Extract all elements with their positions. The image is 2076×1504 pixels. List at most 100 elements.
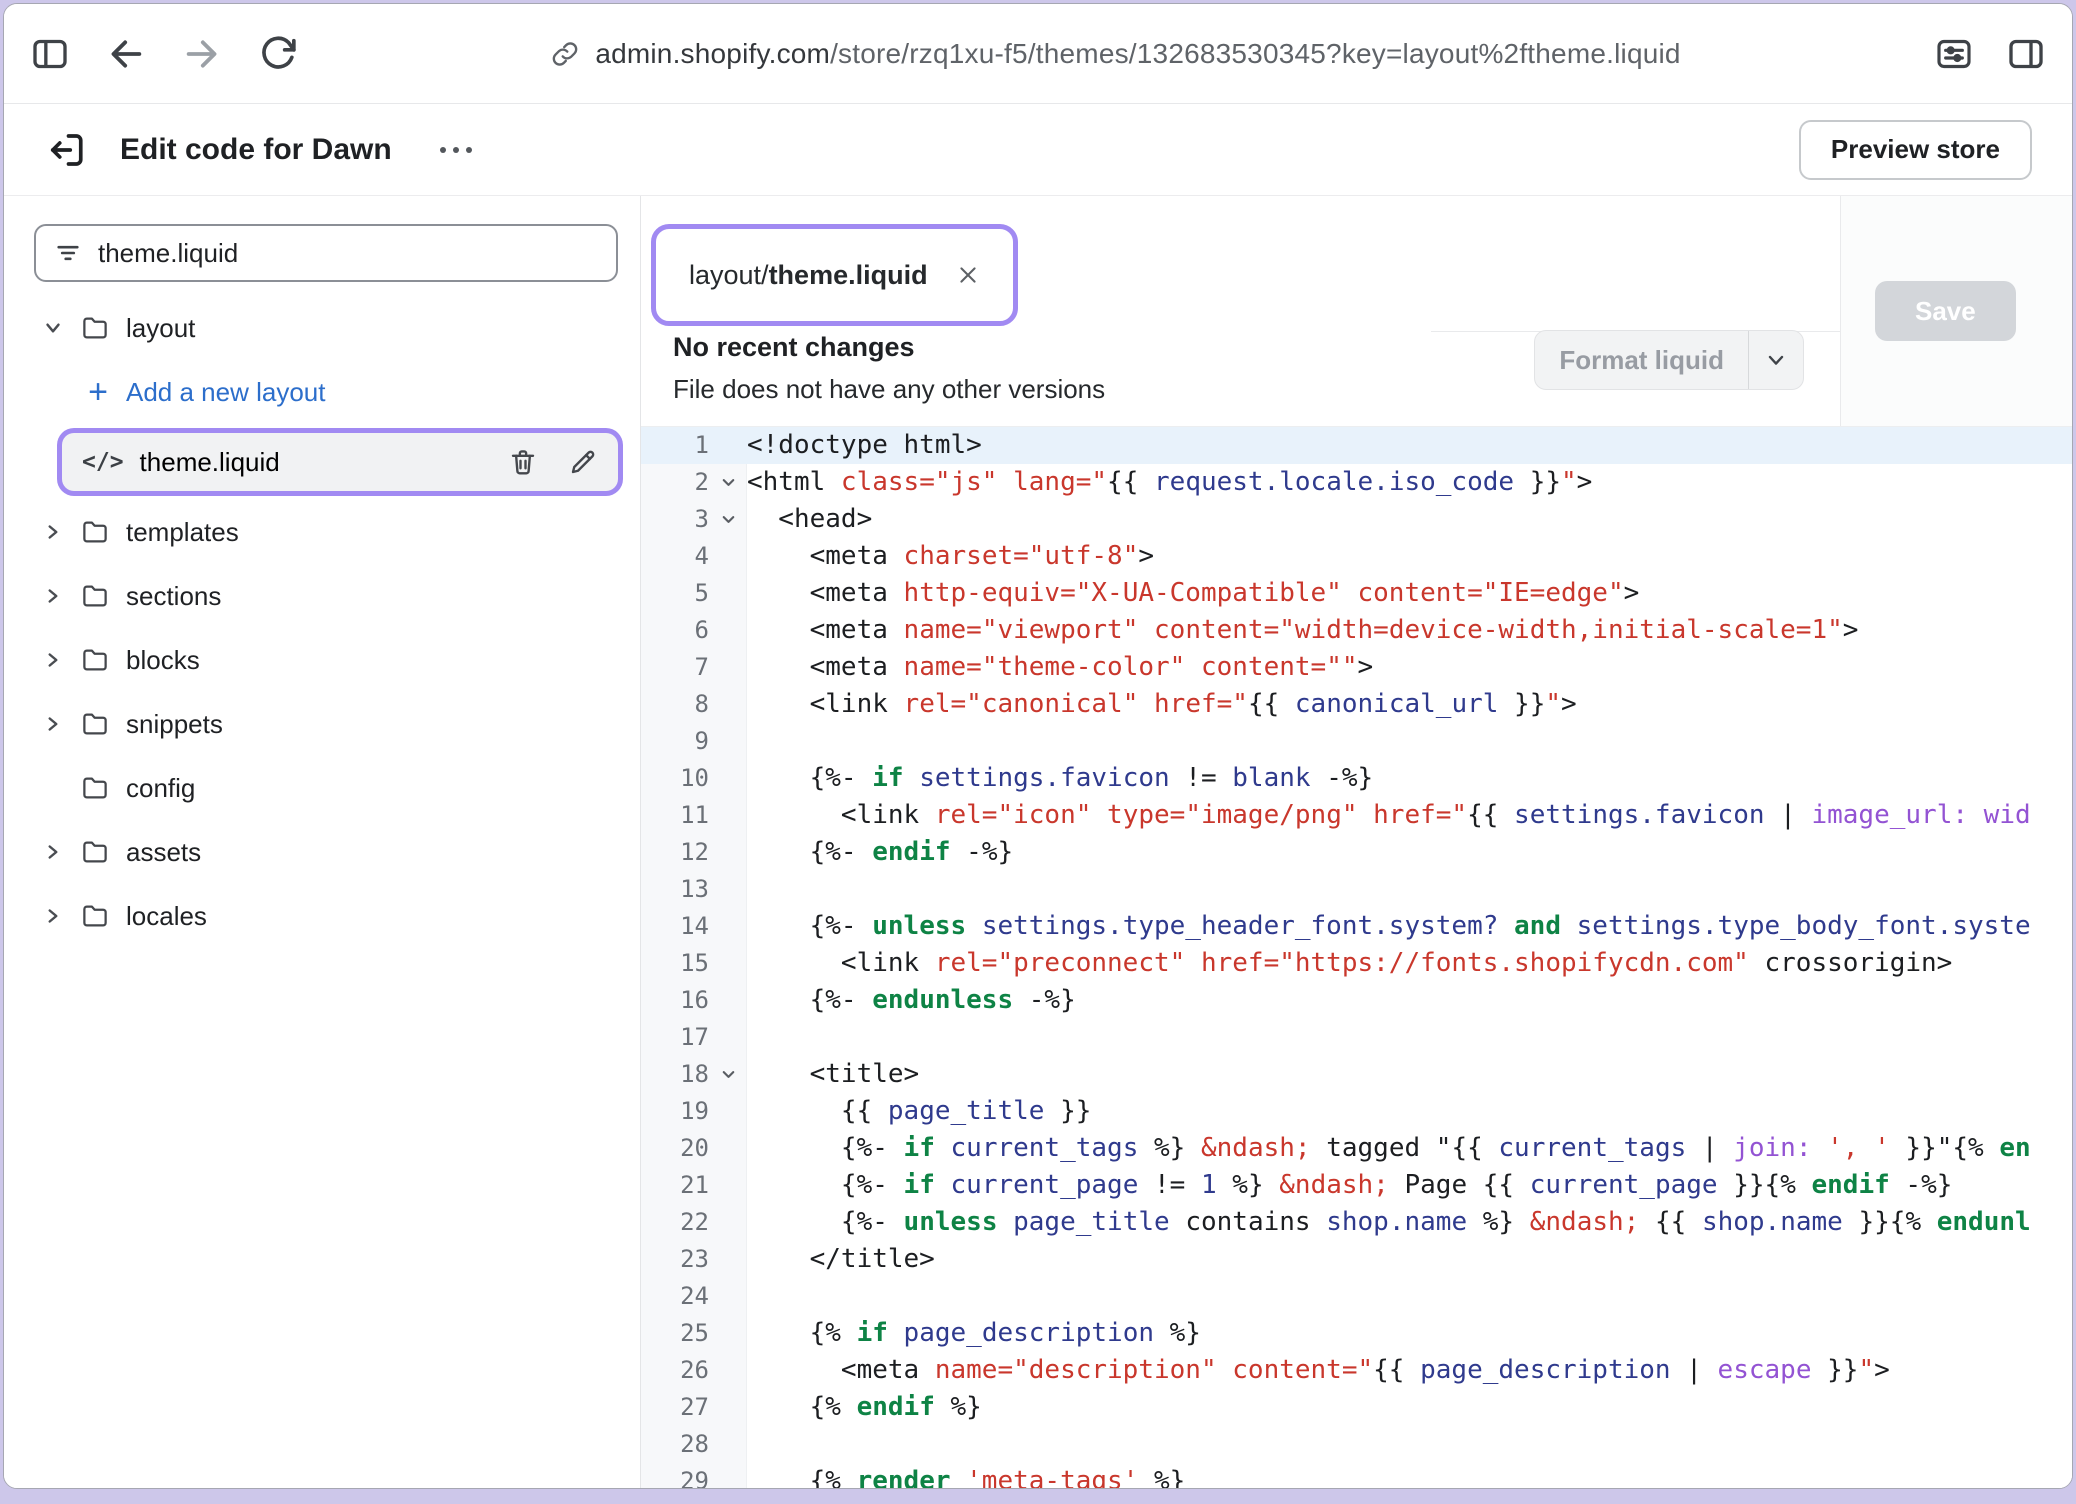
code-line-19[interactable]: 19 {{ page_title }} — [641, 1093, 2072, 1130]
code-line-17[interactable]: 17 — [641, 1019, 2072, 1056]
tab-theme-liquid[interactable]: layout/theme.liquid — [661, 234, 1008, 316]
tree-item-blocks[interactable]: blocks — [4, 628, 640, 692]
code-text[interactable]: <meta name="viewport" content="width=dev… — [747, 612, 1858, 649]
code-text[interactable]: <link rel="icon" type="image/png" href="… — [747, 797, 2031, 834]
code-line-25[interactable]: 25 {% if page_description %} — [641, 1315, 2072, 1352]
code-line-16[interactable]: 16 {%- endunless -%} — [641, 982, 2072, 1019]
code-text[interactable]: <meta charset="utf-8"> — [747, 538, 1154, 575]
chevron-down-icon[interactable] — [1749, 348, 1803, 372]
sidebar-toggle-icon[interactable] — [30, 34, 70, 74]
delete-icon[interactable] — [508, 447, 538, 477]
code-text[interactable]: <link rel="preconnect" href="https://fon… — [747, 945, 1952, 982]
fold-icon[interactable] — [719, 473, 738, 492]
code-text[interactable]: <meta http-equiv="X-UA-Compatible" conte… — [747, 575, 1639, 612]
code-text[interactable]: {%- unless settings.type_header_font.sys… — [747, 908, 2031, 945]
browser-toolbar: admin.shopify.com/store/rzq1xu-f5/themes… — [4, 4, 2072, 104]
code-line-18[interactable]: 18 <title> — [641, 1056, 2072, 1093]
code-line-15[interactable]: 15 <link rel="preconnect" href="https://… — [641, 945, 2072, 982]
format-liquid-button[interactable]: Format liquid — [1534, 330, 1804, 390]
code-line-2[interactable]: 2<html class="js" lang="{{ request.local… — [641, 464, 2072, 501]
edit-icon[interactable] — [568, 447, 598, 477]
code-text[interactable]: {%- unless page_title contains shop.name… — [747, 1204, 2031, 1241]
close-tab-icon[interactable] — [956, 263, 980, 287]
tree-item-slot: </>theme.liquid — [4, 426, 640, 498]
line-number: 22 — [641, 1204, 747, 1241]
code-line-14[interactable]: 14 {%- unless settings.type_header_font.… — [641, 908, 2072, 945]
code-line-4[interactable]: 4 <meta charset="utf-8"> — [641, 538, 2072, 575]
file-search-input[interactable]: theme.liquid — [34, 224, 618, 282]
code-text[interactable]: <title> — [747, 1056, 919, 1093]
code-text[interactable]: <link rel="canonical" href="{{ canonical… — [747, 686, 1577, 723]
code-text[interactable]: <!doctype html> — [747, 427, 982, 464]
forward-icon[interactable] — [182, 34, 222, 74]
exit-icon[interactable] — [44, 129, 86, 171]
code-line-21[interactable]: 21 {%- if current_page != 1 %} &ndash; P… — [641, 1167, 2072, 1204]
tree-item-add-a-new-layout[interactable]: +Add a new layout — [4, 360, 640, 424]
code-line-24[interactable]: 24 — [641, 1278, 2072, 1315]
code-text[interactable]: {%- endunless -%} — [747, 982, 1076, 1019]
code-line-5[interactable]: 5 <meta http-equiv="X-UA-Compatible" con… — [641, 575, 2072, 612]
code-line-6[interactable]: 6 <meta name="viewport" content="width=d… — [641, 612, 2072, 649]
code-line-23[interactable]: 23 </title> — [641, 1241, 2072, 1278]
code-line-8[interactable]: 8 <link rel="canonical" href="{{ canonic… — [641, 686, 2072, 723]
code-text[interactable]: {%- if settings.favicon != blank -%} — [747, 760, 1373, 797]
chevron-right-icon[interactable] — [42, 905, 64, 927]
code-text[interactable]: {%- if current_tags %} &ndash; tagged "{… — [747, 1130, 2031, 1167]
folder-label: blocks — [126, 645, 200, 676]
tree-item-assets[interactable]: assets — [4, 820, 640, 884]
chevron-right-icon[interactable] — [42, 841, 64, 863]
code-line-20[interactable]: 20 {%- if current_tags %} &ndash; tagged… — [641, 1130, 2072, 1167]
code-text[interactable]: <html class="js" lang="{{ request.locale… — [747, 464, 1592, 501]
chevron-right-icon[interactable] — [42, 649, 64, 671]
tree-item-sections[interactable]: sections — [4, 564, 640, 628]
code-line-26[interactable]: 26 <meta name="description" content="{{ … — [641, 1352, 2072, 1389]
code-line-10[interactable]: 10 {%- if settings.favicon != blank -%} — [641, 760, 2072, 797]
code-text[interactable]: {%- if current_page != 1 %} &ndash; Page… — [747, 1167, 1952, 1204]
chevron-right-icon[interactable] — [42, 521, 64, 543]
more-menu-icon[interactable] — [432, 139, 480, 161]
code-text[interactable]: <head> — [747, 501, 872, 538]
code-line-9[interactable]: 9 — [641, 723, 2072, 760]
tree-item-locales[interactable]: locales — [4, 884, 640, 948]
code-editor[interactable]: 1<!doctype html>2<html class="js" lang="… — [641, 426, 2072, 1488]
fold-icon[interactable] — [719, 510, 738, 529]
code-text[interactable]: {% if page_description %} — [747, 1315, 1201, 1352]
code-line-3[interactable]: 3 <head> — [641, 501, 2072, 538]
version-status: No recent changes File does not have any… — [673, 332, 1105, 405]
code-text[interactable]: {% endif %} — [747, 1389, 982, 1426]
preview-store-button[interactable]: Preview store — [1799, 120, 2032, 180]
side-panel-icon[interactable] — [2006, 34, 2046, 74]
url-bar[interactable]: admin.shopify.com/store/rzq1xu-f5/themes… — [551, 38, 1680, 70]
tree-item-templates[interactable]: templates — [4, 500, 640, 564]
code-line-27[interactable]: 27 {% endif %} — [641, 1389, 2072, 1426]
tree-item-layout[interactable]: layout — [4, 296, 640, 360]
line-number: 27 — [641, 1389, 747, 1426]
code-text[interactable]: <meta name="description" content="{{ pag… — [747, 1352, 1890, 1389]
code-text[interactable]: <meta name="theme-color" content=""> — [747, 649, 1373, 686]
folder-label: config — [126, 773, 195, 804]
fold-icon[interactable] — [719, 1065, 738, 1084]
code-text[interactable]: {% render 'meta-tags' %} — [747, 1463, 1185, 1488]
tree-item-theme-liquid[interactable]: </>theme.liquid — [62, 433, 618, 491]
code-text[interactable]: </title> — [747, 1241, 935, 1278]
extensions-icon[interactable] — [1934, 34, 1974, 74]
code-line-11[interactable]: 11 <link rel="icon" type="image/png" hre… — [641, 797, 2072, 834]
code-line-13[interactable]: 13 — [641, 871, 2072, 908]
back-icon[interactable] — [106, 34, 146, 74]
line-number: 28 — [641, 1426, 747, 1463]
code-line-7[interactable]: 7 <meta name="theme-color" content=""> — [641, 649, 2072, 686]
chevron-right-icon[interactable] — [42, 585, 64, 607]
code-line-22[interactable]: 22 {%- unless page_title contains shop.n… — [641, 1204, 2072, 1241]
chevron-down-icon[interactable] — [42, 317, 64, 339]
code-line-29[interactable]: 29 {% render 'meta-tags' %} — [641, 1463, 2072, 1488]
code-line-1[interactable]: 1<!doctype html> — [641, 427, 2072, 464]
code-text[interactable]: {%- endif -%} — [747, 834, 1013, 871]
code-line-28[interactable]: 28 — [641, 1426, 2072, 1463]
save-button[interactable]: Save — [1875, 281, 2016, 341]
code-line-12[interactable]: 12 {%- endif -%} — [641, 834, 2072, 871]
reload-icon[interactable] — [258, 34, 298, 74]
tree-item-snippets[interactable]: snippets — [4, 692, 640, 756]
code-text[interactable]: {{ page_title }} — [747, 1093, 1091, 1130]
tree-item-config[interactable]: config — [4, 756, 640, 820]
chevron-right-icon[interactable] — [42, 713, 64, 735]
